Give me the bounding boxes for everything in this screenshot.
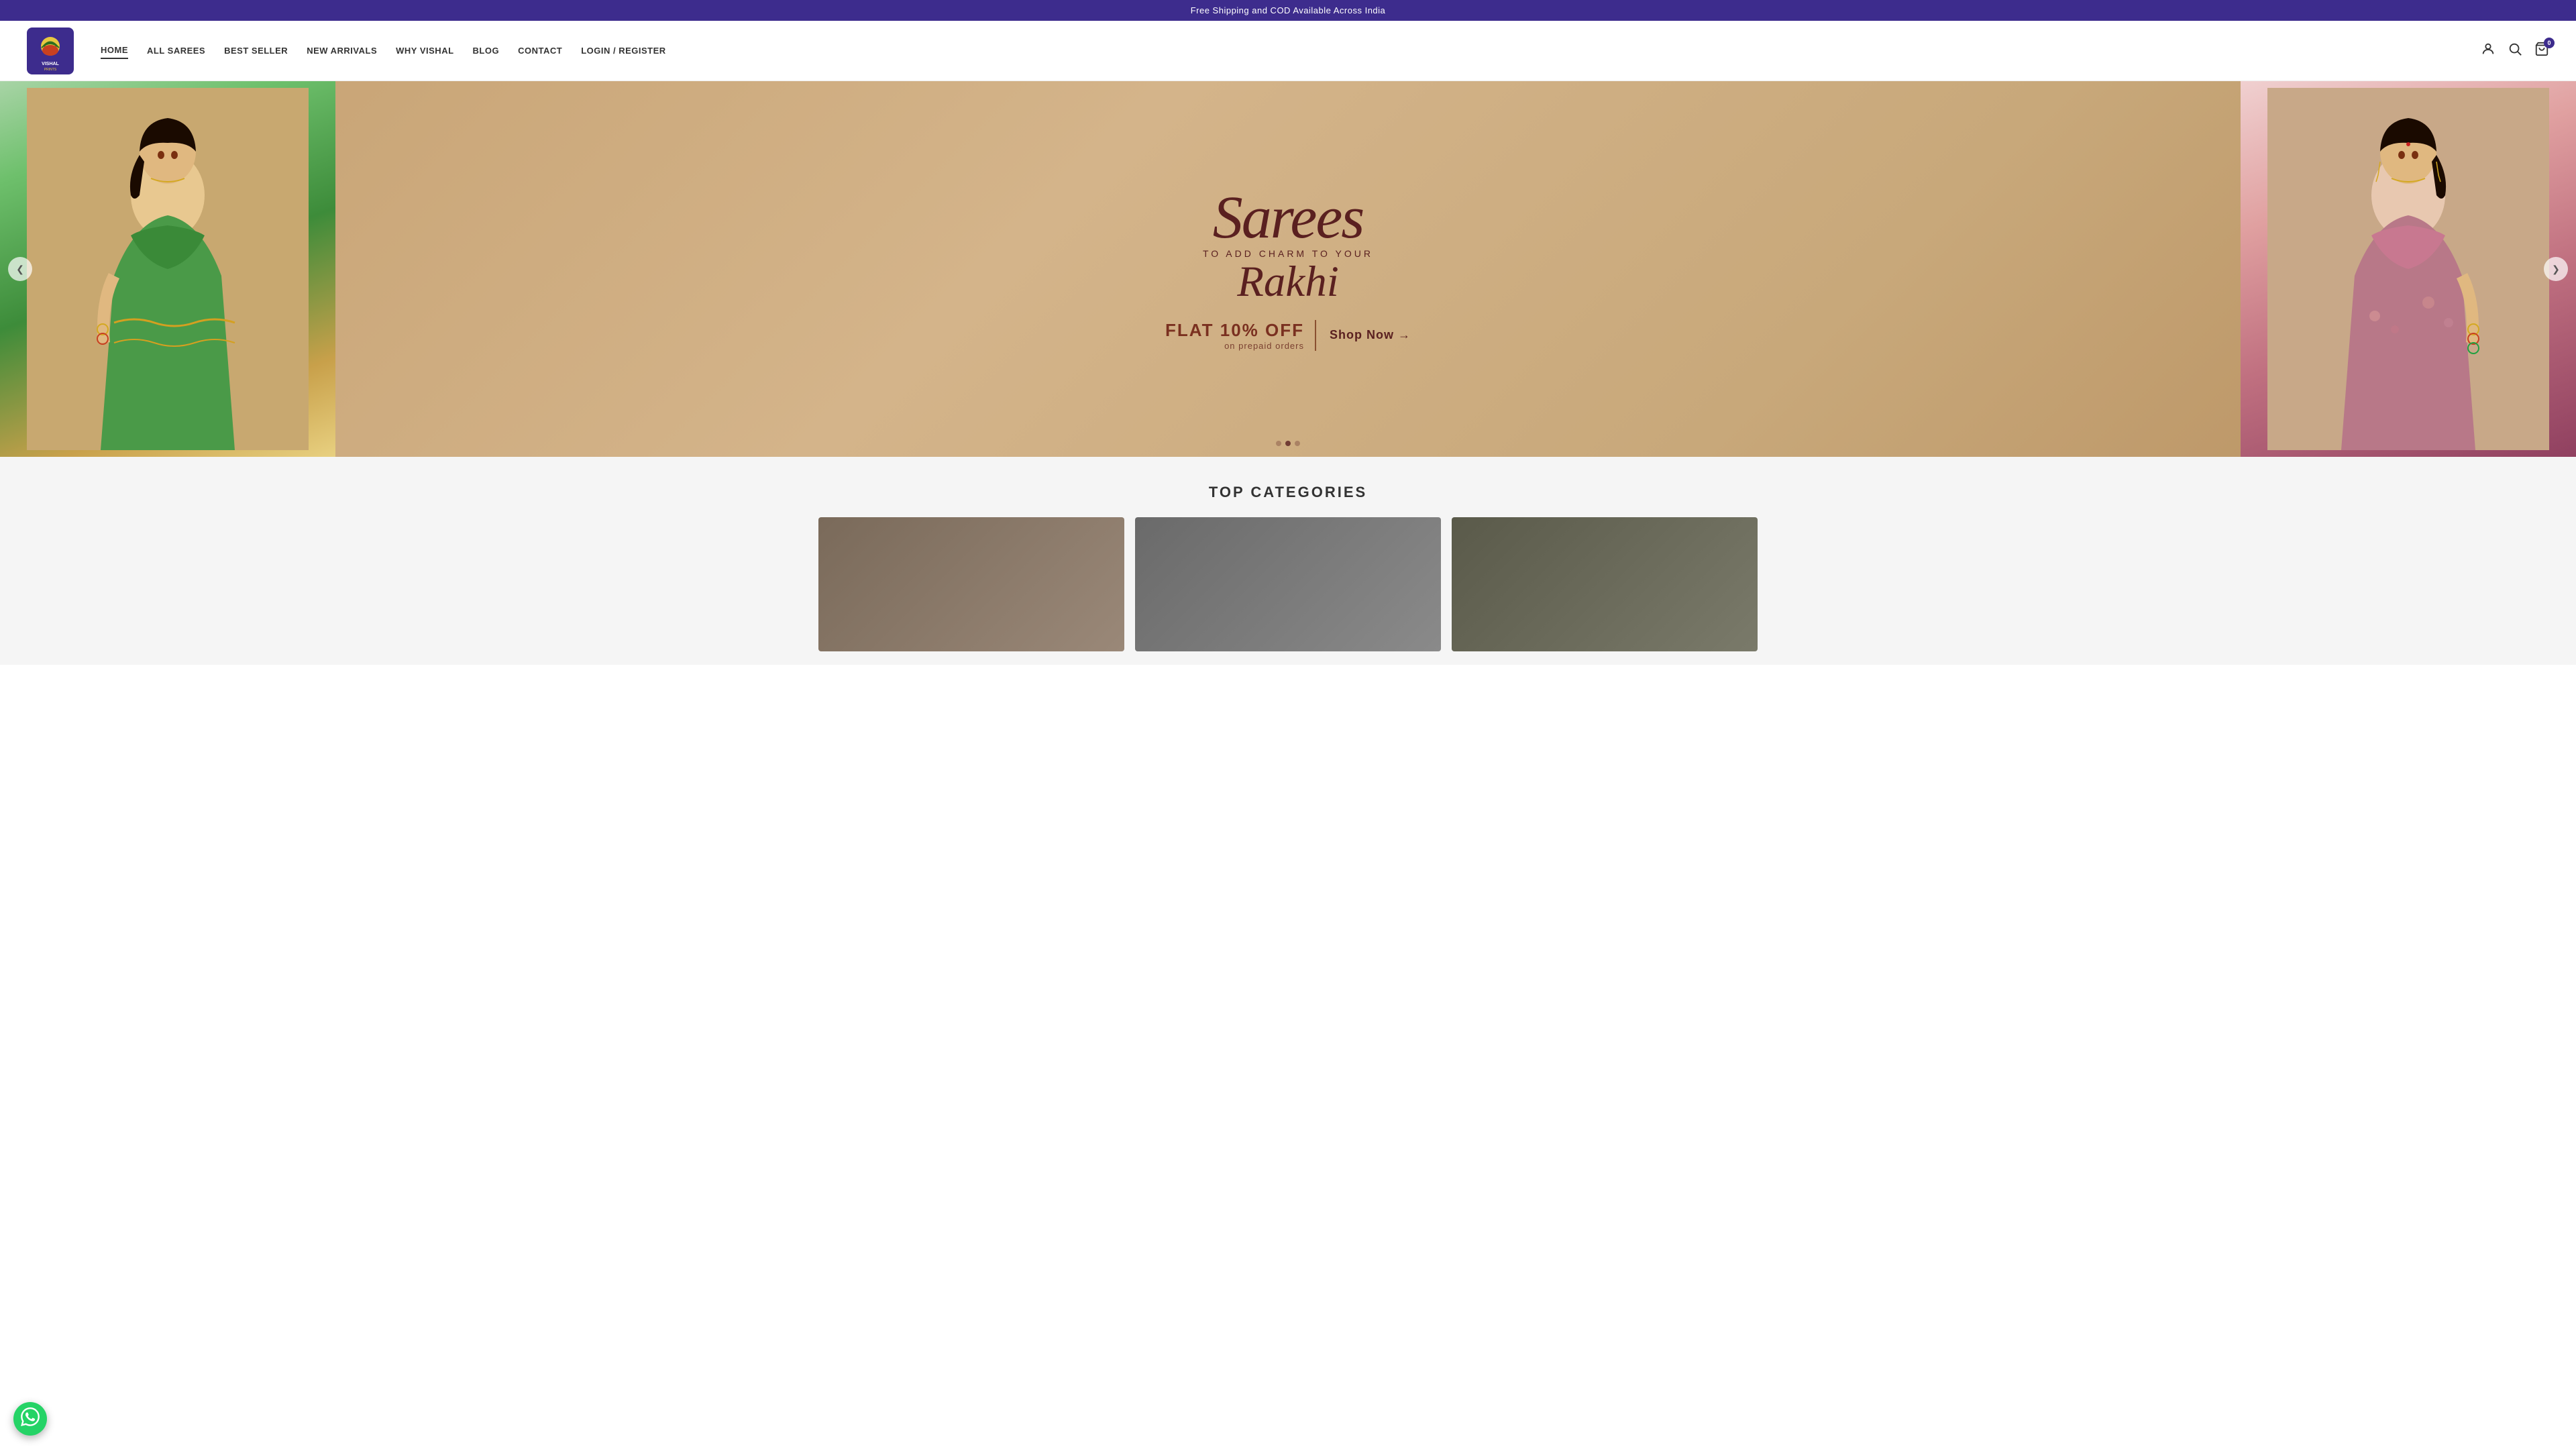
slider-dot-1[interactable] bbox=[1276, 441, 1281, 446]
main-nav: HOME ALL SAREES BEST SELLER NEW ARRIVALS… bbox=[101, 42, 666, 59]
category-card-1[interactable] bbox=[818, 517, 1124, 651]
category-card-3[interactable] bbox=[1452, 517, 1758, 651]
categories-section: TOP CATEGORIES bbox=[0, 457, 2576, 665]
slider-prev-button[interactable]: ❮ bbox=[8, 257, 32, 281]
slider-dot-3[interactable] bbox=[1295, 441, 1300, 446]
user-icon-button[interactable] bbox=[2481, 42, 2496, 60]
cart-badge: 0 bbox=[2544, 38, 2555, 48]
model-left-image bbox=[0, 81, 335, 457]
announcement-text: Free Shipping and COD Available Across I… bbox=[1191, 5, 1386, 15]
svg-text:PRINTS: PRINTS bbox=[44, 68, 57, 72]
cart-icon-button[interactable]: 0 bbox=[2534, 42, 2549, 60]
hero-content: Sarees TO ADD CHARM TO YOUR Rakhi FLAT 1… bbox=[1152, 188, 1424, 351]
logo[interactable]: VISHAL PRINTS bbox=[27, 28, 74, 74]
nav-item-best-seller[interactable]: BEST SELLER bbox=[224, 43, 288, 58]
prepaid-text: on prepaid orders bbox=[1165, 341, 1304, 351]
hero-banner: Sarees TO ADD CHARM TO YOUR Rakhi FLAT 1… bbox=[0, 81, 2576, 457]
discount-text-block: FLAT 10% OFF on prepaid orders bbox=[1165, 320, 1316, 351]
hero-title-rakhi: Rakhi bbox=[1165, 260, 1411, 304]
header-left: VISHAL PRINTS HOME ALL SAREES BEST SELLE… bbox=[27, 28, 666, 74]
whatsapp-button[interactable] bbox=[13, 1402, 47, 1436]
hero-title-sarees: Sarees bbox=[1165, 188, 1411, 248]
slider-dot-2[interactable] bbox=[1285, 441, 1291, 446]
nav-item-home[interactable]: HOME bbox=[101, 42, 128, 59]
prev-arrow-icon: ❮ bbox=[16, 264, 24, 275]
search-icon bbox=[2508, 42, 2522, 60]
model-left bbox=[0, 81, 335, 457]
nav-item-blog[interactable]: BLOG bbox=[473, 43, 500, 58]
category-card-2[interactable] bbox=[1135, 517, 1441, 651]
slider-dots bbox=[1276, 441, 1300, 446]
search-icon-button[interactable] bbox=[2508, 42, 2522, 60]
user-icon bbox=[2481, 42, 2496, 60]
discount-label: FLAT 10% OFF bbox=[1165, 320, 1304, 341]
model-right-image bbox=[2241, 81, 2576, 457]
whatsapp-icon bbox=[21, 1407, 40, 1431]
model-right bbox=[2241, 81, 2576, 457]
nav-item-new-arrivals[interactable]: NEW ARRIVALS bbox=[307, 43, 377, 58]
nav-item-all-sarees[interactable]: ALL SAREES bbox=[147, 43, 205, 58]
categories-grid bbox=[818, 517, 1758, 651]
categories-title: TOP CATEGORIES bbox=[13, 484, 2563, 501]
slider-next-button[interactable]: ❯ bbox=[2544, 257, 2568, 281]
next-arrow-icon: ❯ bbox=[2552, 264, 2560, 275]
svg-text:VISHAL: VISHAL bbox=[42, 62, 59, 66]
header-icons: 0 bbox=[2481, 42, 2549, 60]
hero-discount-block: FLAT 10% OFF on prepaid orders Shop Now … bbox=[1165, 320, 1411, 351]
nav-item-contact[interactable]: CONTACT bbox=[518, 43, 562, 58]
nav-item-why-vishal[interactable]: WHY VISHAL bbox=[396, 43, 453, 58]
nav-item-login-register[interactable]: LOGIN / REGISTER bbox=[581, 43, 665, 58]
announcement-bar: Free Shipping and COD Available Across I… bbox=[0, 0, 2576, 21]
shop-now-button[interactable]: Shop Now → bbox=[1330, 328, 1411, 342]
header: VISHAL PRINTS HOME ALL SAREES BEST SELLE… bbox=[0, 21, 2576, 81]
